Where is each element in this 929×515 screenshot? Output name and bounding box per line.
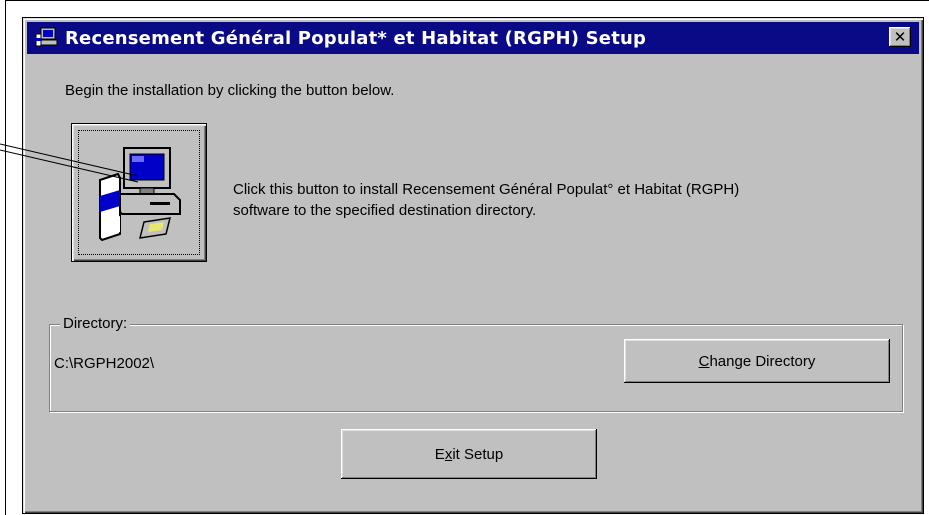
- change-directory-mnemonic: C: [698, 352, 710, 370]
- exit-setup-prefix: E: [434, 445, 445, 463]
- exit-setup-label: it Setup: [452, 445, 504, 463]
- exit-setup-mnemonic: x: [444, 445, 453, 463]
- close-button[interactable]: ✕: [889, 27, 911, 47]
- install-computer-icon: [99, 147, 181, 242]
- window-title: Recensement Général Populat* et Habitat …: [65, 27, 647, 49]
- install-description-line2: software to the specified destination di…: [233, 202, 537, 219]
- close-icon: ✕: [893, 28, 907, 46]
- figure-frame-left: [5, 0, 6, 515]
- directory-path: C:\RGPH2002\: [54, 355, 155, 372]
- setup-computer-icon: [35, 26, 59, 50]
- figure-frame-top: [5, 0, 929, 1]
- setup-window: Recensement Général Populat* et Habitat …: [22, 17, 924, 514]
- directory-group: Directory: C:\RGPH2002\ Change Directory: [49, 315, 903, 412]
- install-description-line1: Click this button to install Recensement…: [233, 181, 740, 198]
- exit-setup-button[interactable]: Ex it Setup: [341, 429, 597, 479]
- install-button[interactable]: [71, 123, 207, 262]
- instruction-text: Begin the installation by clicking the b…: [65, 82, 395, 99]
- change-directory-label: hange Directory: [709, 352, 816, 370]
- directory-legend: Directory:: [60, 315, 131, 332]
- title-bar[interactable]: Recensement Général Populat* et Habitat …: [27, 22, 919, 54]
- change-directory-button[interactable]: Change Directory: [624, 339, 890, 383]
- install-description: Click this button to install Recensement…: [233, 179, 873, 221]
